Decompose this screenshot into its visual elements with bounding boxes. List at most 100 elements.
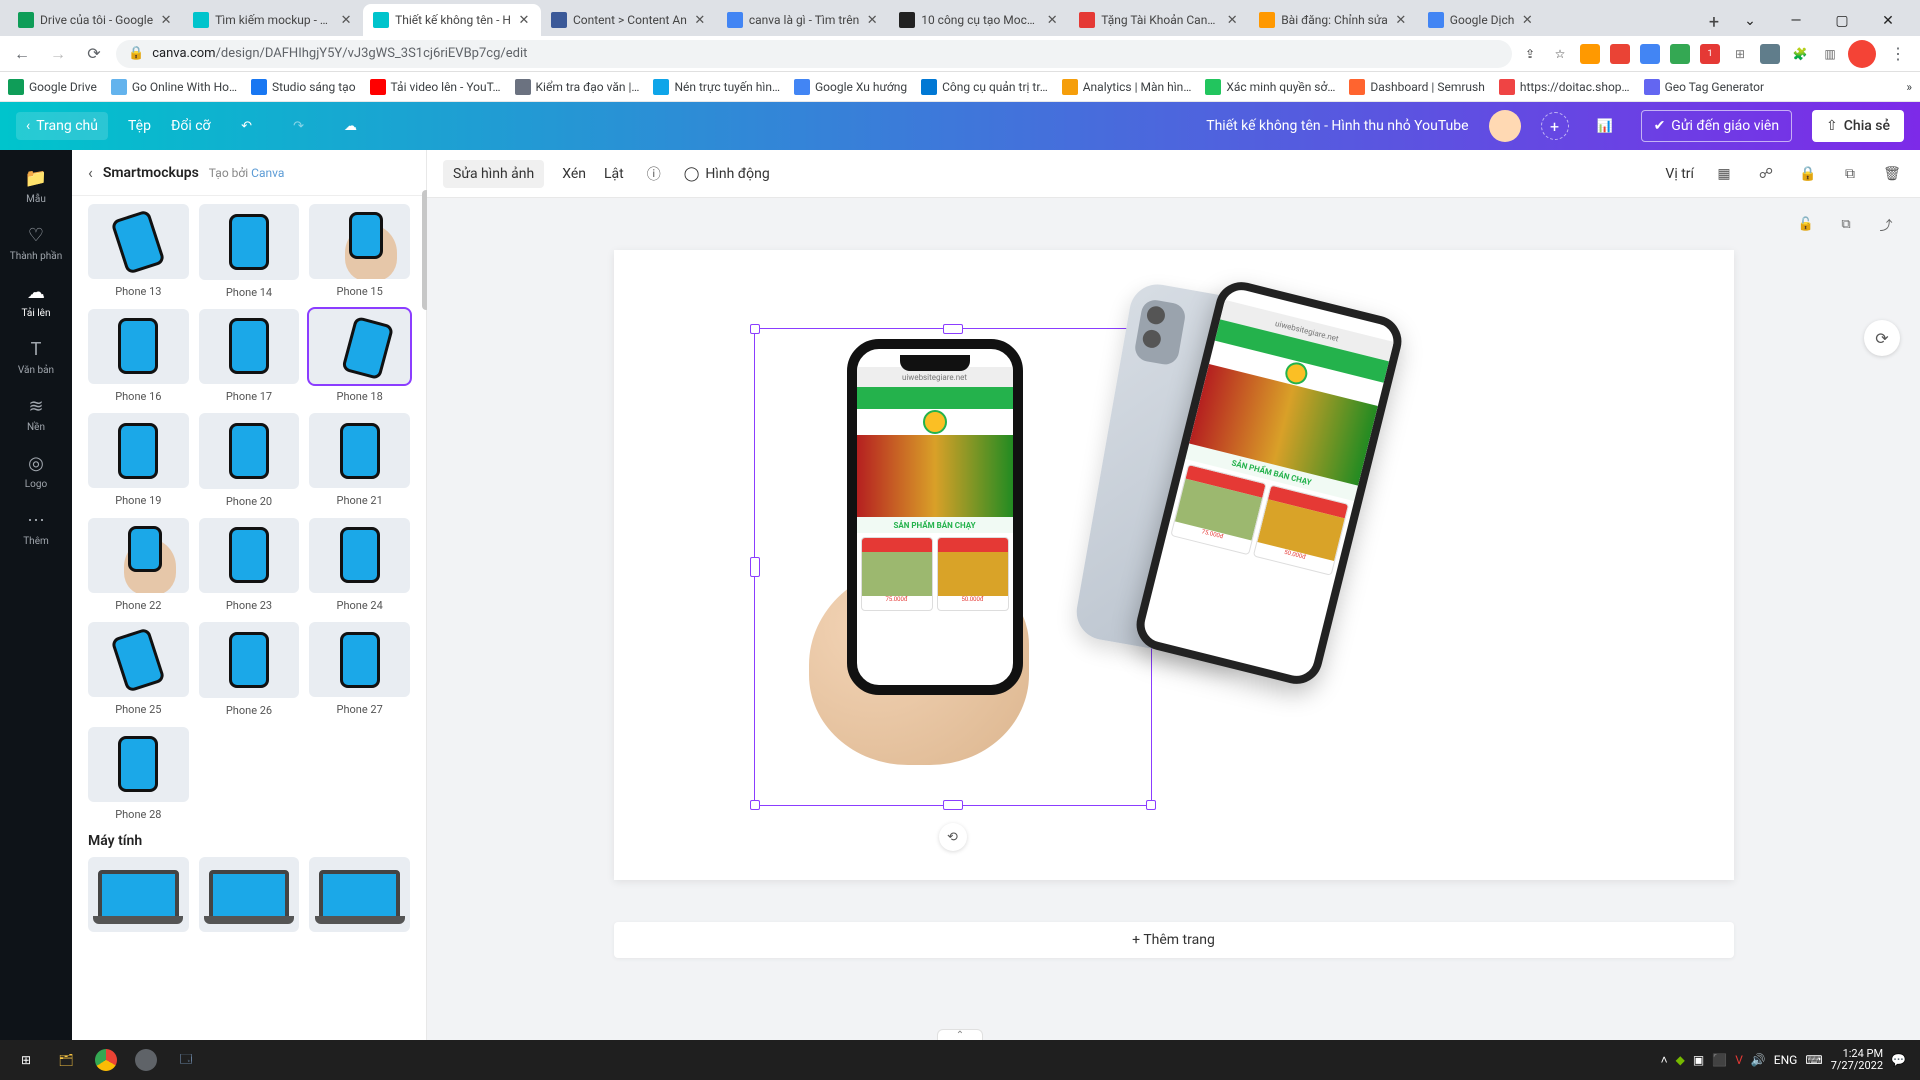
bookmark-item[interactable]: Go Online With Ho… xyxy=(111,79,237,95)
rail-item-thành phần[interactable]: ♡Thành phần xyxy=(0,215,72,270)
ext-icon[interactable]: 1 xyxy=(1700,44,1720,64)
tab-close-button[interactable]: ✕ xyxy=(1394,13,1408,27)
browser-tab[interactable]: Thiết kế không tên - H✕ xyxy=(363,4,541,36)
rail-item-logo[interactable]: ◎Logo xyxy=(0,443,72,498)
tray-icon[interactable]: ⬛ xyxy=(1712,1053,1727,1067)
mockup-item[interactable]: Phone 27 xyxy=(309,622,410,717)
share-url-icon[interactable]: ⇪ xyxy=(1520,44,1540,64)
file-menu[interactable]: Tệp xyxy=(128,118,151,134)
window-close-button[interactable]: ✕ xyxy=(1866,6,1910,36)
tab-close-button[interactable]: ✕ xyxy=(517,13,531,27)
tray-icon[interactable]: ▣ xyxy=(1693,1053,1704,1067)
bookmark-item[interactable]: Google Xu hướng xyxy=(794,79,907,95)
bookmark-item[interactable]: Dashboard | Semrush xyxy=(1349,79,1484,95)
mockup-item[interactable]: Phone 20 xyxy=(199,413,300,508)
resize-handle-sw[interactable] xyxy=(750,800,760,810)
window-maximize-button[interactable]: ▢ xyxy=(1820,6,1864,36)
rail-item-mẫu[interactable]: 📁Mẫu xyxy=(0,158,72,213)
mockup-item[interactable]: Phone 28 xyxy=(88,727,189,821)
flip-button[interactable]: Lật xyxy=(604,166,624,182)
info-icon[interactable]: ⓘ xyxy=(642,162,666,186)
mockup-item[interactable]: Phone 14 xyxy=(199,204,300,299)
add-page-button[interactable]: + Thêm trang xyxy=(614,922,1734,958)
browser-tab[interactable]: Bài đăng: Chỉnh sửa✕ xyxy=(1249,4,1418,36)
tray-language[interactable]: ENG xyxy=(1774,1053,1798,1067)
browser-tab[interactable]: Tặng Tài Khoản Canva✕ xyxy=(1069,4,1249,36)
tray-nvidia-icon[interactable]: ◆ xyxy=(1676,1053,1685,1067)
resize-handle-nw[interactable] xyxy=(750,324,760,334)
taskbar-chrome-icon[interactable] xyxy=(86,1040,126,1080)
edit-image-button[interactable]: Sửa hình ảnh xyxy=(443,160,544,188)
browser-tab[interactable]: Google Dịch✕ xyxy=(1418,4,1545,36)
tray-notifications-icon[interactable]: 💬 xyxy=(1891,1053,1906,1067)
canvas-area[interactable]: Sửa hình ảnh Xén Lật ⓘ ◯Hình động Vị trí… xyxy=(427,150,1920,1040)
page-duplicate-icon[interactable]: ⧉ xyxy=(1832,210,1860,238)
bookmark-item[interactable]: Google Drive xyxy=(8,79,97,95)
tray-keyboard-icon[interactable]: ⌨ xyxy=(1805,1053,1822,1067)
rail-item-thêm[interactable]: ⋯Thêm xyxy=(0,500,72,555)
resize-menu[interactable]: Đổi cỡ xyxy=(171,118,211,134)
share-button[interactable]: ⇧Chia sẻ xyxy=(1812,110,1904,142)
extensions-puzzle-icon[interactable]: 🧩 xyxy=(1790,44,1810,64)
mockup-item[interactable]: Phone 26 xyxy=(199,622,300,717)
bookmark-item[interactable]: Studio sáng tạo xyxy=(251,79,356,95)
resize-handle-n[interactable] xyxy=(943,324,963,334)
start-button[interactable]: ⊞ xyxy=(6,1040,46,1080)
cloud-sync-icon[interactable]: ☁ xyxy=(335,110,367,142)
browser-tab[interactable]: canva là gì - Tìm trên✕ xyxy=(717,4,889,36)
rail-item-văn bản[interactable]: TVăn bản xyxy=(0,329,72,384)
tab-close-button[interactable]: ✕ xyxy=(339,13,353,27)
document-title[interactable]: Thiết kế không tên - Hình thu nhỏ YouTub… xyxy=(1206,118,1468,134)
browser-tab[interactable]: Drive của tôi - Google✕ xyxy=(8,4,183,36)
tab-close-button[interactable]: ✕ xyxy=(1520,13,1534,27)
mockup-item-laptop[interactable] xyxy=(199,857,300,933)
refresh-mockup-button[interactable]: ⟳ xyxy=(1864,320,1900,356)
mockup-item[interactable]: Phone 17 xyxy=(199,309,300,404)
redo-button[interactable]: ↷ xyxy=(283,110,315,142)
tray-up-icon[interactable]: ˄ xyxy=(1661,1053,1668,1067)
resize-handle-s[interactable] xyxy=(943,800,963,810)
browser-tab[interactable]: Content > Content An✕ xyxy=(541,4,717,36)
resize-handle-se[interactable] xyxy=(1146,800,1156,810)
sidepanel-icon[interactable]: ▥ xyxy=(1820,44,1840,64)
crop-button[interactable]: Xén xyxy=(562,166,586,182)
taskbar-explorer-icon[interactable]: 🗂 xyxy=(46,1040,86,1080)
browser-tab[interactable]: 10 công cụ tạo Mocku✕ xyxy=(889,4,1069,36)
url-input[interactable]: 🔒 canva.com/design/DAFHIhgjY5Y/vJ3gWS_3S… xyxy=(116,40,1512,68)
mockup-item[interactable]: Phone 18 xyxy=(309,309,410,404)
ext-icon[interactable]: ⊞ xyxy=(1730,44,1750,64)
panel-back-button[interactable]: ‹ xyxy=(88,163,93,182)
tab-close-button[interactable]: ✕ xyxy=(865,13,879,27)
duplicate-icon[interactable]: ⧉ xyxy=(1838,162,1862,186)
panel-content[interactable]: Phone 13Phone 14Phone 15Phone 16Phone 17… xyxy=(72,196,426,1040)
ext-icon[interactable] xyxy=(1610,44,1630,64)
bookmark-item[interactable]: Analytics | Màn hìn… xyxy=(1062,79,1192,95)
delete-icon[interactable]: 🗑 xyxy=(1880,162,1904,186)
mockup-item[interactable]: Phone 13 xyxy=(88,204,189,299)
send-to-teacher-button[interactable]: ✔Gửi đến giáo viên xyxy=(1641,110,1792,142)
ext-icon[interactable] xyxy=(1670,44,1690,64)
mockup-item[interactable]: Phone 23 xyxy=(199,518,300,613)
bookmark-item[interactable]: Nén trực tuyến hìn… xyxy=(653,79,780,95)
bookmark-item[interactable]: Tải video lên - YouT… xyxy=(370,79,501,95)
bookmark-item[interactable]: Kiểm tra đạo văn |… xyxy=(515,79,640,95)
animate-button[interactable]: ◯Hình động xyxy=(684,166,770,182)
transparency-icon[interactable]: ▦ xyxy=(1712,162,1736,186)
rotate-handle[interactable]: ⟲ xyxy=(939,823,967,851)
mockup-phone-hand[interactable]: uiwebsitegiare.net SẢN PHẨM BÁN CHẠY 75.… xyxy=(847,339,1023,695)
mockup-item[interactable]: Phone 22 xyxy=(88,518,189,613)
mockup-item-laptop[interactable] xyxy=(309,857,410,933)
bookmark-item[interactable]: https://doitac.shop… xyxy=(1499,79,1630,95)
browser-tab[interactable]: Tìm kiếm mockup - Ca✕ xyxy=(183,4,363,36)
browser-menu-button[interactable]: ⋮ xyxy=(1884,40,1912,68)
position-button[interactable]: Vị trí xyxy=(1665,166,1694,182)
new-tab-button[interactable]: + xyxy=(1700,8,1728,36)
tray-volume-icon[interactable]: 🔊 xyxy=(1751,1053,1766,1067)
taskbar-app-icon[interactable]: 🗔 xyxy=(166,1040,206,1080)
mockup-item[interactable]: Phone 21 xyxy=(309,413,410,508)
link-icon[interactable]: ☍ xyxy=(1754,162,1778,186)
page-lock-icon[interactable]: 🔓 xyxy=(1792,210,1820,238)
profile-avatar-button[interactable] xyxy=(1848,40,1876,68)
ext-icon[interactable] xyxy=(1640,44,1660,64)
ext-icon[interactable] xyxy=(1580,44,1600,64)
